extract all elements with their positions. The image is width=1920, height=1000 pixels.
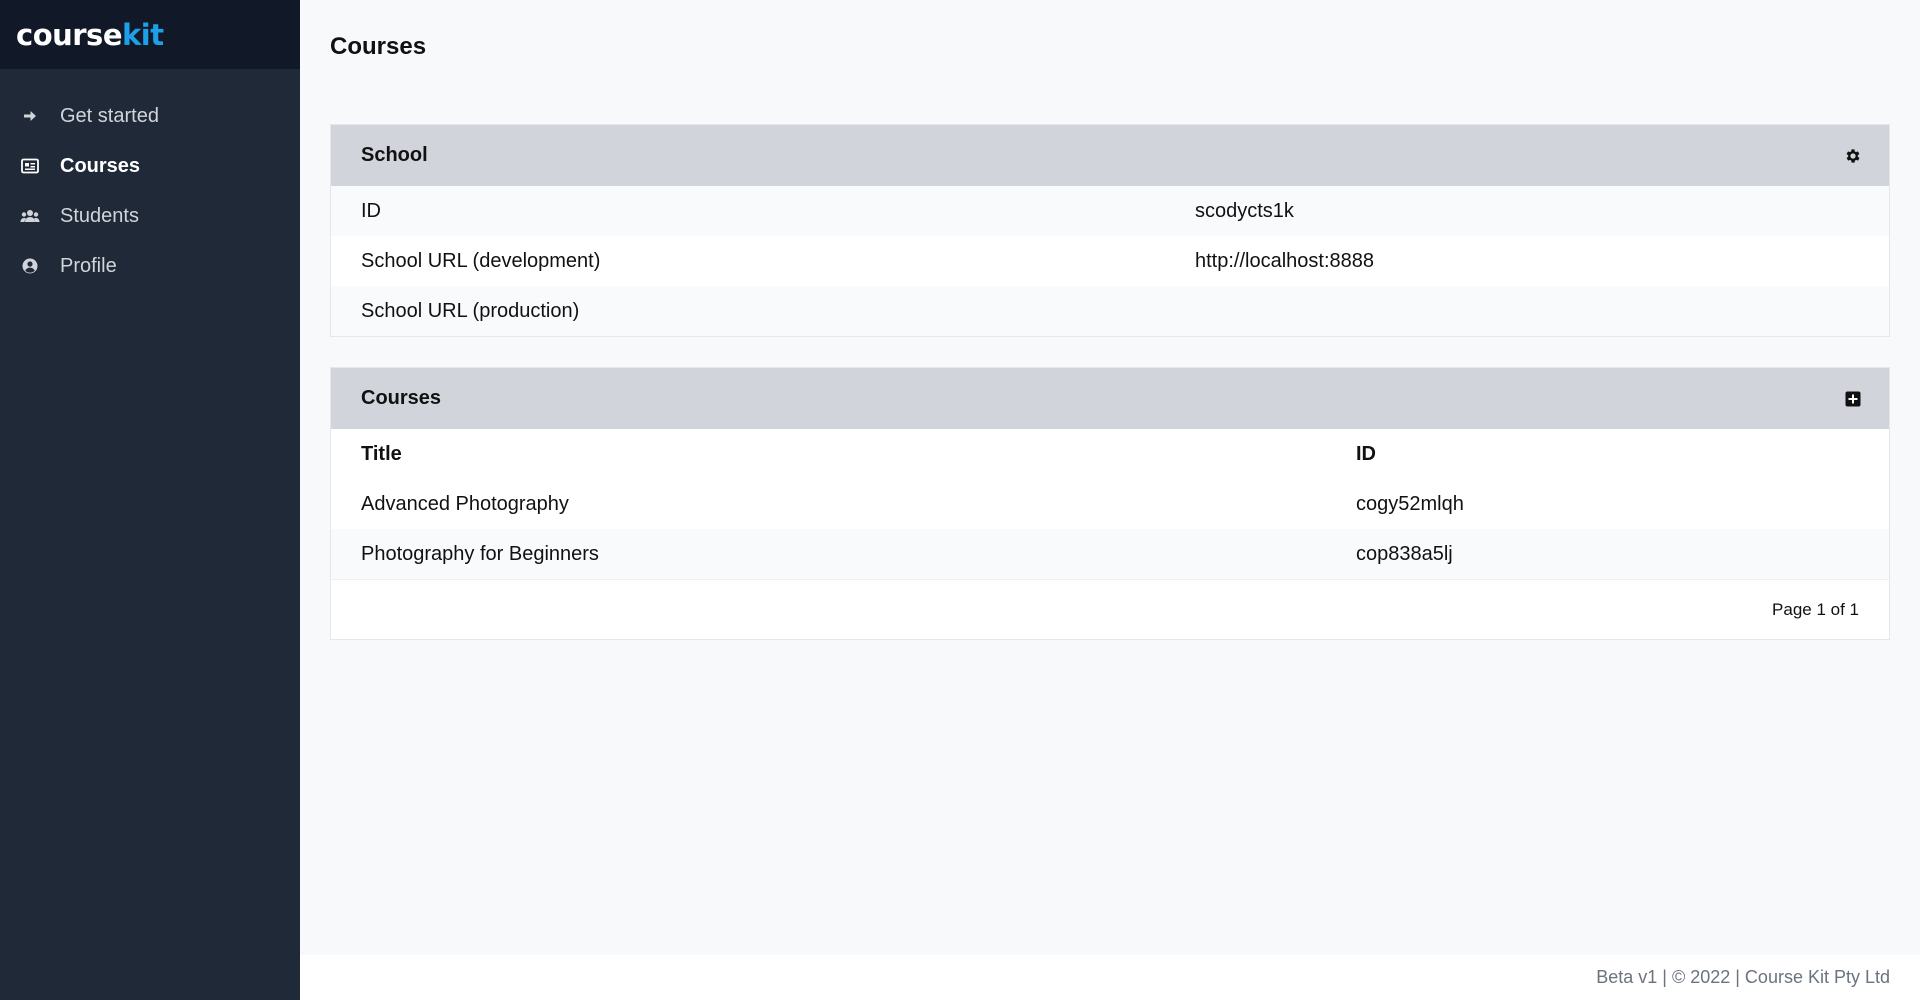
footer-text: Beta v1 | © 2022 | Course Kit Pty Ltd (1596, 967, 1890, 987)
detail-value: http://localhost:8888 (1195, 249, 1375, 272)
logo-text-course: course (16, 17, 123, 52)
gear-icon[interactable] (1843, 146, 1863, 166)
main-content: Courses School ID scodycts1k School URL … (300, 0, 1920, 955)
school-panel-title: School (361, 144, 428, 166)
courses-table: Title ID Advanced Photography cogy52mlqh… (331, 429, 1889, 579)
sidebar-item-label: Profile (60, 254, 117, 277)
sidebar: coursekit Get started Courses Students P… (0, 0, 300, 1000)
user-circle-icon (20, 256, 40, 276)
arrow-right-icon (20, 106, 40, 126)
school-panel: School ID scodycts1k School URL (develop… (330, 124, 1890, 337)
table-row[interactable]: Advanced Photography cogy52mlqh (331, 479, 1889, 529)
detail-label: ID (361, 199, 381, 222)
detail-row: School URL (development) http://localhos… (331, 236, 1889, 286)
logo-text-kit: kit (122, 17, 164, 52)
school-details-list: ID scodycts1k School URL (development) h… (331, 186, 1889, 336)
sidebar-item-students[interactable]: Students (0, 191, 300, 241)
newspaper-icon (20, 156, 40, 176)
sidebar-nav: Get started Courses Students Profile (0, 91, 300, 291)
pagination: Page 1 of 1 (331, 579, 1889, 639)
logo[interactable]: coursekit (16, 18, 164, 52)
school-panel-header: School (331, 125, 1889, 186)
detail-label: School URL (development) (361, 249, 601, 272)
sidebar-item-label: Students (60, 204, 139, 227)
footer: Beta v1 | © 2022 | Course Kit Pty Ltd (300, 955, 1920, 1000)
logo-bar: coursekit (0, 0, 300, 69)
courses-panel-title: Courses (361, 387, 442, 409)
detail-label: School URL (production) (361, 299, 580, 322)
detail-value: scodycts1k (1195, 199, 1294, 222)
plus-square-icon[interactable] (1843, 389, 1863, 409)
pagination-label: Page 1 of 1 (1772, 599, 1859, 619)
sidebar-item-label: Courses (60, 154, 141, 177)
sidebar-item-get-started[interactable]: Get started (0, 91, 300, 141)
courses-panel: Courses Title ID Advanced Photography co… (330, 367, 1890, 640)
table-row[interactable]: Photography for Beginners cop838a5lj (331, 529, 1889, 579)
column-header-id: ID (1356, 442, 1376, 465)
course-id: cogy52mlqh (1356, 492, 1464, 515)
course-title[interactable]: Advanced Photography (331, 493, 1356, 516)
detail-row: ID scodycts1k (331, 186, 1889, 236)
courses-panel-header: Courses (331, 368, 1889, 429)
users-icon (20, 206, 40, 226)
sidebar-item-courses[interactable]: Courses (0, 141, 300, 191)
column-header-title: Title (361, 442, 402, 465)
course-title[interactable]: Photography for Beginners (331, 543, 1356, 566)
sidebar-item-profile[interactable]: Profile (0, 241, 300, 291)
sidebar-item-label: Get started (60, 104, 159, 127)
table-header-row: Title ID (331, 429, 1889, 479)
detail-row: School URL (production) (331, 286, 1889, 336)
course-id: cop838a5lj (1356, 542, 1453, 565)
page-title: Courses (330, 33, 427, 60)
